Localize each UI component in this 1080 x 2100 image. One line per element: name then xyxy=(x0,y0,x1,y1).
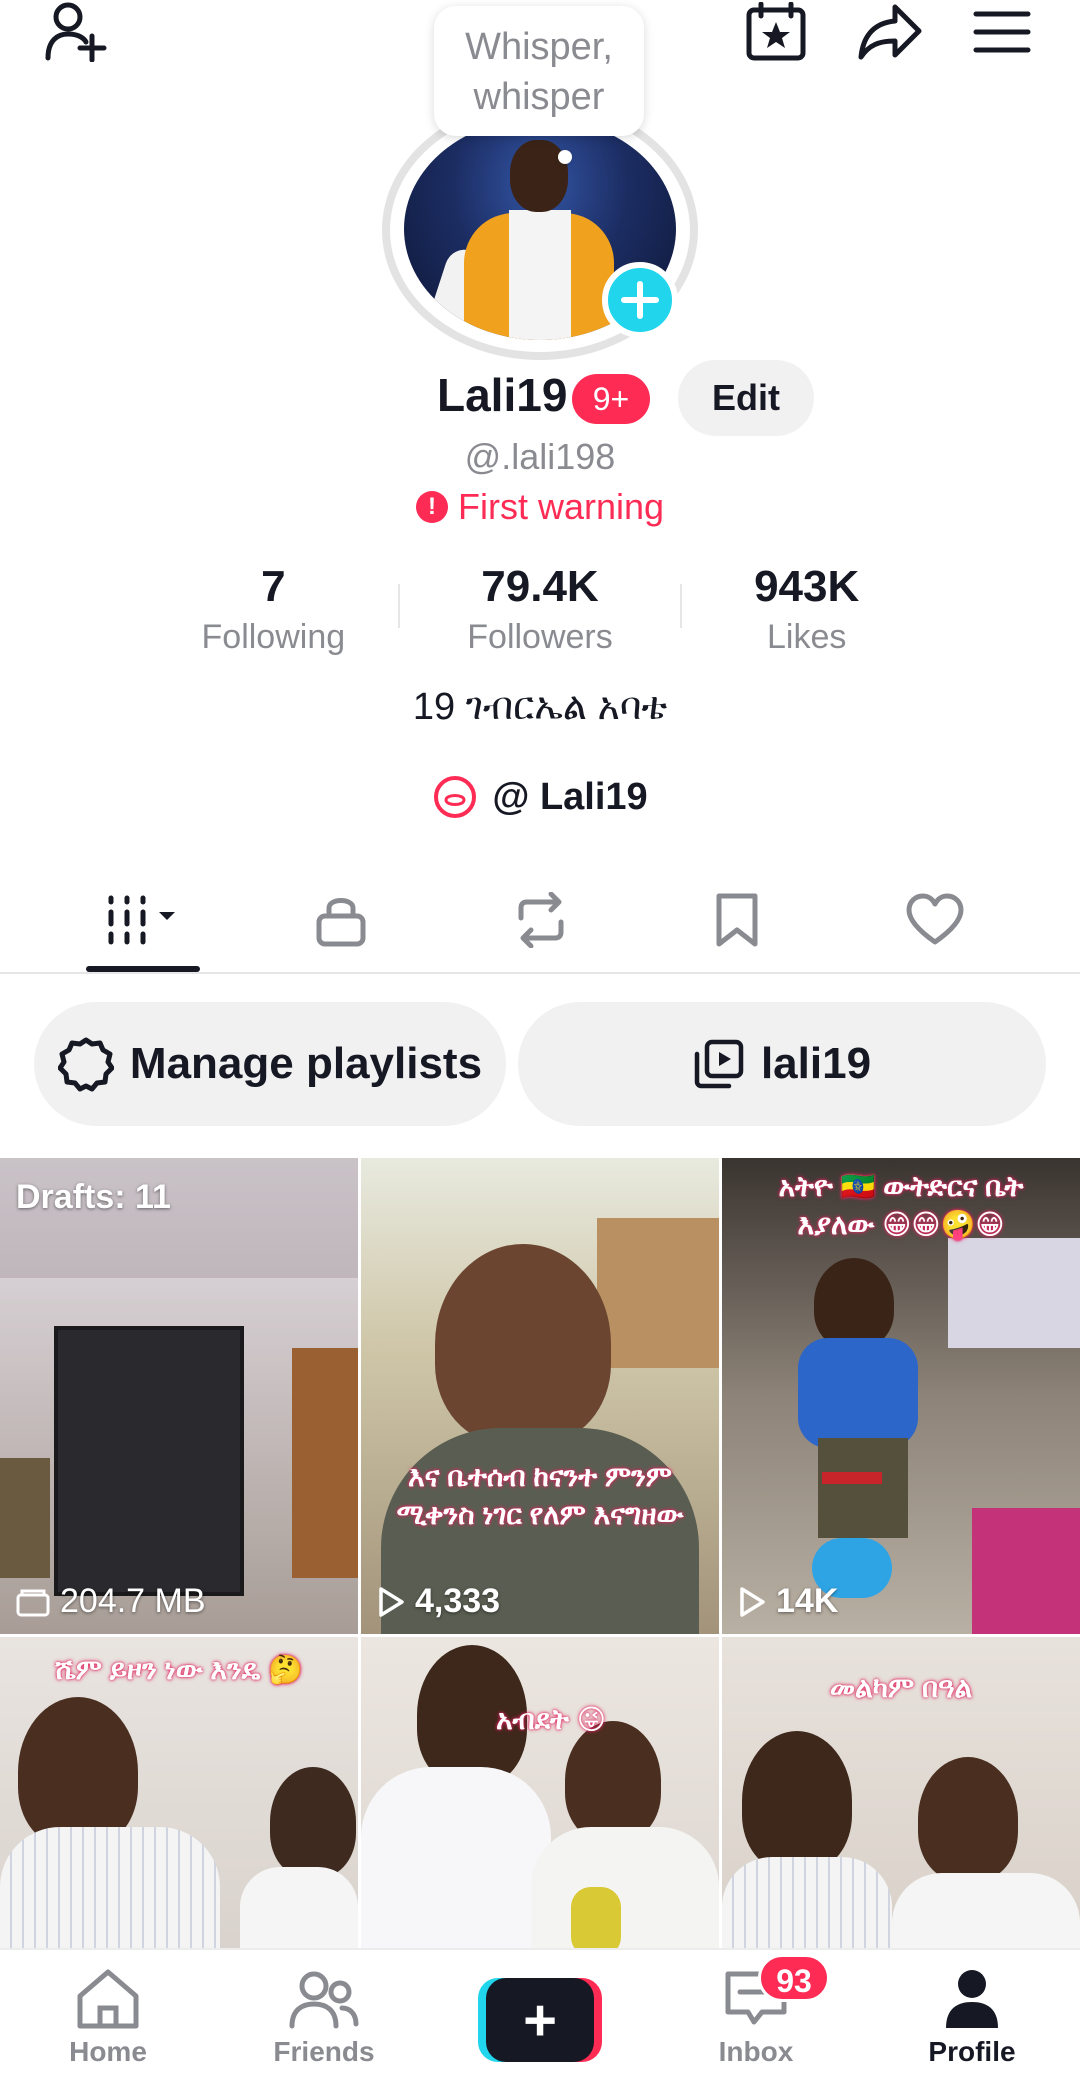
warning-notice[interactable]: ! First warning xyxy=(0,486,1080,528)
home-icon xyxy=(77,1969,139,2029)
inbox-badge: 93 xyxy=(758,1954,830,2002)
view-count: 4,333 xyxy=(377,1582,500,1621)
stat-following[interactable]: 7 Following xyxy=(140,560,407,670)
nav-home-label: Home xyxy=(69,2036,147,2067)
view-count: 14K xyxy=(738,1582,838,1621)
manage-playlists-label: Manage playlists xyxy=(129,1039,483,1088)
video-caption: መልካም በዓል xyxy=(829,1672,973,1703)
stats-divider xyxy=(398,584,400,628)
playlist-icon xyxy=(694,1039,744,1089)
likes-label: Likes xyxy=(766,618,847,656)
video-caption: አብደት 😜 xyxy=(496,1704,606,1735)
nav-profile[interactable]: Profile xyxy=(892,1968,1052,2088)
person-image xyxy=(742,1731,852,1871)
video-caption: እና ቤተሰብ ከናንተ ምንም ሚቀንስ ነገር የለም እናግዘው xyxy=(396,1461,684,1530)
bio-text: 19 ገብርኤል አባቴ xyxy=(412,686,668,728)
view-count-text: 4,333 xyxy=(415,1582,501,1620)
content-tabs xyxy=(0,868,1080,974)
create-plus-icon: + xyxy=(486,1978,594,2062)
nav-friends-label: Friends xyxy=(273,2036,375,2067)
add-friend-icon[interactable] xyxy=(36,0,116,64)
nav-profile-label: Profile xyxy=(928,2036,1016,2067)
grid-videos-icon xyxy=(108,895,175,945)
edit-profile-button[interactable]: Edit xyxy=(678,360,814,436)
note-bubble-tail xyxy=(558,150,572,164)
friends-icon xyxy=(289,1971,359,2029)
settings-gear-icon xyxy=(57,1037,114,1092)
lock-icon xyxy=(316,898,366,947)
repost-icon xyxy=(518,892,564,948)
bottom-navigation: Home Friends + Inbox 93 Profile xyxy=(0,1948,1080,2100)
linked-account-text: @ Lali19 xyxy=(492,775,648,818)
nav-friends[interactable]: Friends xyxy=(244,1968,404,2088)
tab-videos[interactable] xyxy=(80,868,210,972)
manage-playlists-button[interactable]: Manage playlists xyxy=(34,1002,506,1126)
share-icon[interactable] xyxy=(852,0,928,64)
add-story-button[interactable] xyxy=(602,262,678,338)
video-thumbnail-drafts[interactable]: Drafts: 11 204.7 MB xyxy=(0,1158,358,1634)
active-tab-indicator xyxy=(86,966,200,972)
bookmark-icon xyxy=(716,893,758,947)
play-icon xyxy=(740,1586,765,1617)
warning-text: First warning xyxy=(457,486,665,527)
followers-count: 79.4K xyxy=(481,562,599,611)
note-bubble[interactable]: Whisper, whisper xyxy=(434,6,644,136)
calendar-star-icon[interactable] xyxy=(738,0,814,64)
nav-home[interactable]: Home xyxy=(28,1968,188,2088)
following-count: 7 xyxy=(261,562,286,611)
warning-icon: ! xyxy=(415,491,448,523)
video-caption: አትዮ 🇪🇹 ውትድርና ቤት እያለው 😁😁🤪😁 xyxy=(778,1171,1024,1240)
playlist-name: lali19 xyxy=(760,1039,872,1088)
drafts-label: Drafts: 11 xyxy=(16,1178,171,1216)
video-thumbnail[interactable]: አትዮ 🇪🇹 ውትድርና ቤት እያለው 😁😁🤪😁 14K xyxy=(722,1158,1080,1634)
profile-stats: 7 Following 79.4K Followers 943K Likes xyxy=(140,560,940,670)
create-button[interactable]: + xyxy=(478,1978,602,2062)
person-image xyxy=(814,1258,894,1348)
tab-private[interactable] xyxy=(276,868,406,972)
video-thumbnail[interactable]: አብደት 😜 xyxy=(361,1637,719,1953)
name-row: Lali19 9+ Edit xyxy=(0,360,1080,436)
user-handle: @.lali198 xyxy=(464,436,616,477)
username: Lali19 xyxy=(437,369,568,421)
stats-divider xyxy=(680,584,682,628)
note-line-2: whisper xyxy=(473,76,605,118)
video-thumbnail[interactable]: ሼም ይዞን ነው እንዴ 🤔 xyxy=(0,1637,358,1953)
video-thumbnail[interactable]: እና ቤተሰብ ከናንተ ምንም ሚቀንስ ነገር የለም እናግዘው 4,33… xyxy=(361,1158,719,1634)
note-line-1: Whisper, xyxy=(465,26,613,68)
person-image xyxy=(435,1244,611,1444)
following-label: Following xyxy=(201,618,346,656)
view-count-text: 14K xyxy=(776,1582,839,1620)
draft-size: 204.7 MB xyxy=(16,1582,206,1621)
play-icon xyxy=(379,1586,404,1617)
stat-likes[interactable]: 943K Likes xyxy=(673,560,940,670)
menu-icon[interactable] xyxy=(964,0,1040,64)
likes-count: 943K xyxy=(754,562,860,611)
followers-label: Followers xyxy=(467,618,613,656)
person-image xyxy=(918,1757,1018,1881)
tab-favorites[interactable] xyxy=(672,868,802,972)
heart-icon xyxy=(906,893,964,945)
person-image xyxy=(270,1767,356,1877)
linked-account[interactable]: @ Lali19 xyxy=(0,774,1080,820)
video-caption: ሼም ይዞን ነው እንዴ 🤔 xyxy=(54,1654,303,1685)
tab-reposts[interactable] xyxy=(476,868,606,972)
playlist-lali19-button[interactable]: lali19 xyxy=(518,1002,1046,1126)
profile-icon xyxy=(946,1970,998,2028)
draft-size-text: 204.7 MB xyxy=(60,1582,206,1620)
door-image xyxy=(292,1348,358,1578)
nav-inbox-label: Inbox xyxy=(718,2036,794,2067)
person-image xyxy=(18,1697,138,1847)
video-grid: Drafts: 11 204.7 MB እና ቤተሰብ ከናንተ ምንም ሚቀን… xyxy=(0,1158,1080,1953)
notification-badge[interactable]: 9+ xyxy=(572,374,650,424)
stat-followers[interactable]: 79.4K Followers xyxy=(407,560,674,670)
person-image xyxy=(565,1721,661,1841)
plus-icon xyxy=(621,281,659,319)
folder-icon xyxy=(16,1589,50,1616)
video-thumbnail[interactable]: መልካም በዓል xyxy=(722,1637,1080,1953)
wardrobe-image xyxy=(54,1326,244,1596)
tab-liked[interactable] xyxy=(870,868,1000,972)
chat-bubble-icon xyxy=(434,776,477,818)
